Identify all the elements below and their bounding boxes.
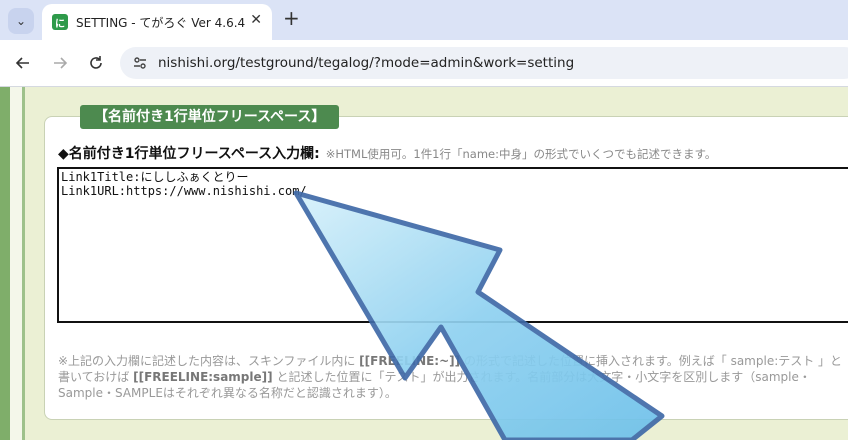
tab-title: SETTING - てがろぐ Ver 4.6.4 — [76, 16, 246, 30]
section-title: 【名前付き1行単位フリースペース】 — [80, 105, 340, 129]
field-label: ◆名前付き1行単位フリースペース入力欄: ※HTML使用可。1件1行「name:中… — [58, 143, 716, 163]
reload-button[interactable] — [84, 51, 108, 75]
field-note: ※HTML使用可。1件1行「name:中身」の形式でいくつでも記述できます。 — [325, 147, 717, 161]
address-bar[interactable]: nishishi.org/testground/tegalog/?mode=ad… — [120, 47, 848, 79]
back-button[interactable] — [11, 51, 35, 75]
left-border-inner — [10, 87, 22, 440]
left-border — [0, 87, 10, 440]
browser-tab[interactable]: に SETTING - てがろぐ Ver 4.6.4 ✕ — [42, 4, 272, 40]
tab-search-dropdown[interactable]: ⌄ — [8, 8, 34, 34]
forward-button[interactable] — [48, 51, 72, 75]
site-info-icon[interactable] — [130, 53, 150, 73]
url-text[interactable]: nishishi.org/testground/tegalog/?mode=ad… — [158, 55, 574, 71]
new-tab-button[interactable]: + — [283, 8, 300, 28]
arrow-left-icon — [15, 57, 29, 69]
page-content: 【名前付き1行単位フリースペース】 ◆名前付き1行単位フリースペース入力欄: ※H… — [0, 87, 848, 440]
freeline-textarea[interactable]: Link1Title:にししふぁくとりー Link1URL:https://ww… — [57, 167, 848, 323]
tab-strip: ⌄ に SETTING - てがろぐ Ver 4.6.4 ✕ + — [0, 0, 848, 40]
chevron-down-icon: ⌄ — [15, 14, 27, 28]
help-code-2: [[FREELINE:sample]] — [133, 370, 273, 384]
browser-toolbar: nishishi.org/testground/tegalog/?mode=ad… — [0, 40, 848, 87]
close-icon[interactable]: ✕ — [250, 12, 262, 28]
help-text: ※上記の入力欄に記述した内容は、スキンファイル内に [[FREELINE:~]]… — [58, 353, 848, 401]
favicon-icon: に — [52, 14, 68, 30]
left-border-line — [22, 87, 25, 440]
help-part-1: ※上記の入力欄に記述した内容は、スキンファイル内に — [58, 354, 360, 368]
help-code-1: [[FREELINE:~]] — [359, 354, 461, 368]
reload-icon — [90, 56, 102, 69]
arrow-right-icon — [54, 57, 68, 69]
field-label-text: ◆名前付き1行単位フリースペース入力欄: — [58, 146, 320, 162]
